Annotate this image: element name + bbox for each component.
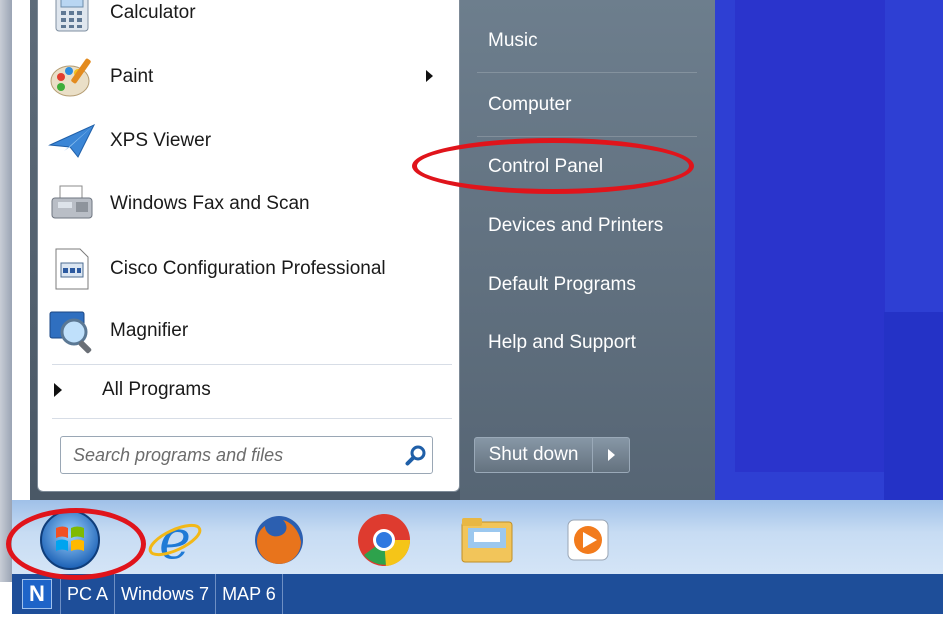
bottom-margin xyxy=(0,614,943,626)
program-magnifier[interactable]: Magnifier xyxy=(46,302,451,360)
divider xyxy=(477,72,697,73)
vm-tab-bar: N PC A Windows 7 MAP 6 xyxy=(12,574,943,614)
program-label: Paint xyxy=(110,66,154,87)
shutdown-options-button[interactable] xyxy=(593,438,629,472)
start-right-item-default-programs[interactable]: Default Programs xyxy=(488,274,636,296)
magnifier-icon xyxy=(46,307,98,355)
calculator-icon xyxy=(46,0,98,37)
fax-scan-icon xyxy=(46,180,98,228)
cisco-ccp-icon xyxy=(46,245,98,293)
windows-explorer-icon[interactable] xyxy=(456,508,520,572)
vm-tab-windows-7[interactable]: Windows 7 xyxy=(114,574,215,614)
program-label: Windows Fax and Scan xyxy=(110,193,310,214)
program-xps-viewer[interactable]: XPS Viewer xyxy=(46,112,451,170)
svg-text:e: e xyxy=(159,510,191,570)
shutdown-button[interactable]: Shut down xyxy=(475,438,593,472)
divider xyxy=(52,364,452,365)
vm-tab-map-6[interactable]: MAP 6 xyxy=(215,574,283,614)
desktop-window xyxy=(735,0,885,472)
start-menu-left-pane: Calculator Paint XPS Viewer Windows Fax … xyxy=(37,0,460,492)
program-cisco-configuration-professional[interactable]: Cisco Configuration Professional xyxy=(46,240,451,298)
divider xyxy=(52,418,452,419)
start-menu-right-pane xyxy=(460,0,715,500)
program-label: Calculator xyxy=(110,2,196,23)
program-paint[interactable]: Paint xyxy=(46,48,451,106)
shutdown-button-group: Shut down xyxy=(474,437,630,473)
submenu-arrow-icon[interactable] xyxy=(426,70,433,82)
program-windows-fax-and-scan[interactable]: Windows Fax and Scan xyxy=(46,175,451,233)
windows-start-orb[interactable] xyxy=(38,508,102,572)
internet-explorer-icon[interactable]: e xyxy=(143,508,207,572)
firefox-icon[interactable] xyxy=(247,508,311,572)
start-right-item-music[interactable]: Music xyxy=(488,30,538,52)
vm-logo[interactable]: N xyxy=(22,579,52,609)
chrome-icon[interactable] xyxy=(352,508,416,572)
media-player-icon[interactable] xyxy=(556,508,620,572)
all-programs-label: All Programs xyxy=(102,379,211,400)
program-label: Cisco Configuration Professional xyxy=(110,258,386,279)
paint-icon xyxy=(46,53,98,101)
search-box[interactable] xyxy=(60,436,433,474)
start-right-item-computer[interactable]: Computer xyxy=(488,94,571,116)
arrow-right-icon xyxy=(607,449,615,461)
vm-tab-pc-a[interactable]: PC A xyxy=(60,574,114,614)
search-input[interactable] xyxy=(61,437,400,473)
desktop-edge xyxy=(0,0,12,582)
all-programs-button[interactable]: All Programs xyxy=(46,370,451,410)
start-right-item-help-and-support[interactable]: Help and Support xyxy=(488,332,636,354)
desktop-panel xyxy=(884,312,943,500)
start-right-item-devices-and-printers[interactable]: Devices and Printers xyxy=(488,215,663,237)
arrow-right-icon xyxy=(54,383,62,397)
program-label: XPS Viewer xyxy=(110,130,212,151)
program-calculator[interactable]: Calculator xyxy=(46,0,451,42)
xps-viewer-icon xyxy=(46,117,98,165)
program-label: Magnifier xyxy=(110,320,189,341)
divider xyxy=(477,136,697,137)
search-icon[interactable] xyxy=(400,439,432,471)
start-right-item-control-panel[interactable]: Control Panel xyxy=(488,156,603,178)
